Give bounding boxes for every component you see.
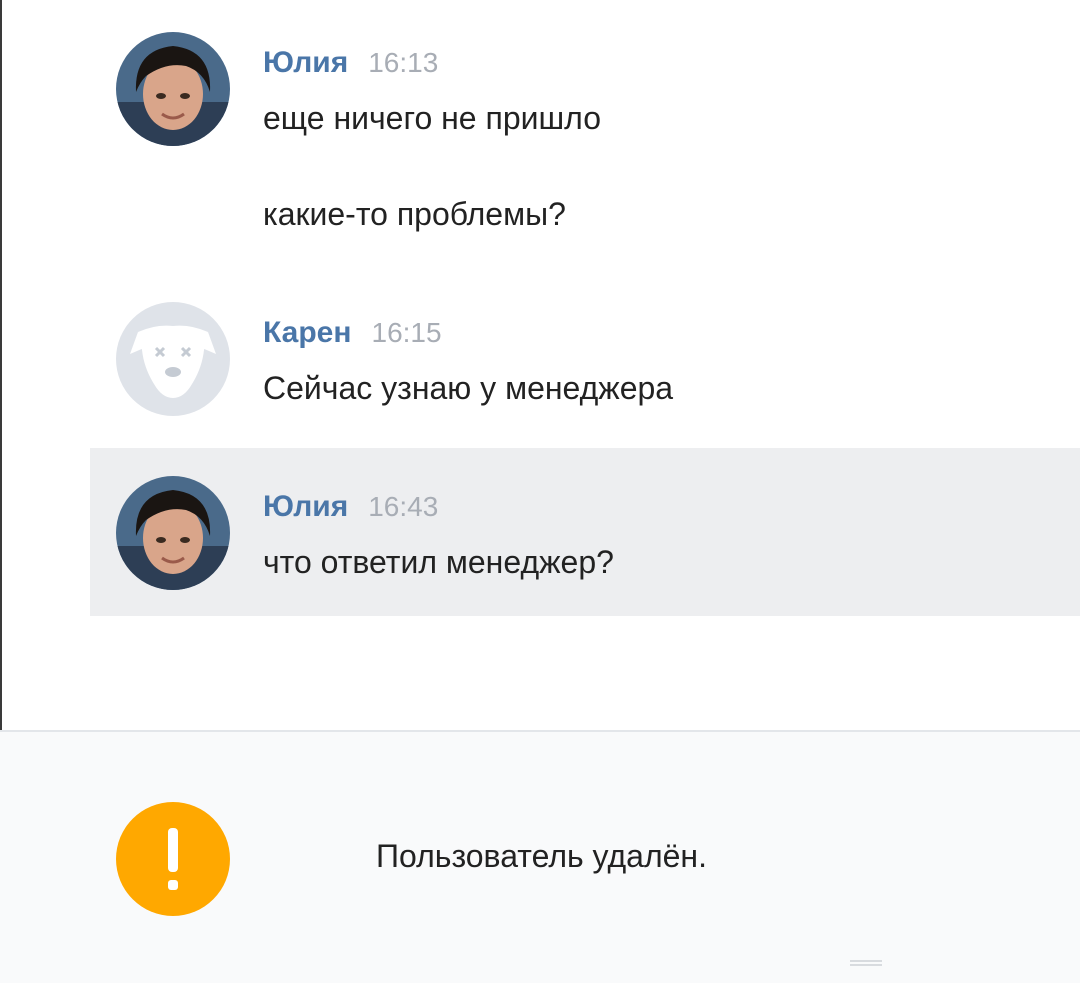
message-time: 16:15 (371, 317, 442, 348)
message-author[interactable]: Юлия 16:13 (263, 46, 438, 80)
exclamation-icon (116, 802, 230, 916)
avatar[interactable] (116, 302, 230, 416)
message-author[interactable]: Юлия 16:43 (263, 490, 438, 524)
user-photo-icon (116, 32, 230, 146)
notice-text: Пользователь удалён. (376, 838, 707, 874)
message-author[interactable]: Карен 16:15 (263, 316, 442, 350)
message-item-highlighted: Юлия 16:43 что ответил менеджер? (90, 448, 1080, 616)
message-text-line: какие-то проблемы? (263, 196, 566, 232)
avatar[interactable] (116, 32, 230, 146)
message-time: 16:13 (368, 47, 439, 78)
deactivated-dog-icon (116, 302, 230, 416)
message-text-line: что ответил менеджер? (263, 544, 614, 580)
message-item: Юлия 16:13 еще ничего не пришло какие-то … (0, 0, 1080, 300)
author-name[interactable]: Юлия (263, 490, 348, 523)
message-text-line: еще ничего не пришло (263, 100, 601, 136)
resize-handle[interactable] (850, 960, 882, 966)
message-time: 16:43 (368, 491, 439, 522)
message-text-line: Сейчас узнаю у менеджера (263, 370, 674, 406)
deleted-user-notice: Пользователь удалён. (0, 730, 1080, 983)
author-name[interactable]: Карен (263, 316, 352, 349)
user-photo-icon (116, 476, 230, 590)
author-name[interactable]: Юлия (263, 46, 348, 79)
avatar[interactable] (116, 476, 230, 590)
message-item: Карен 16:15 Сейчас узнаю у менеджера (0, 300, 1080, 440)
